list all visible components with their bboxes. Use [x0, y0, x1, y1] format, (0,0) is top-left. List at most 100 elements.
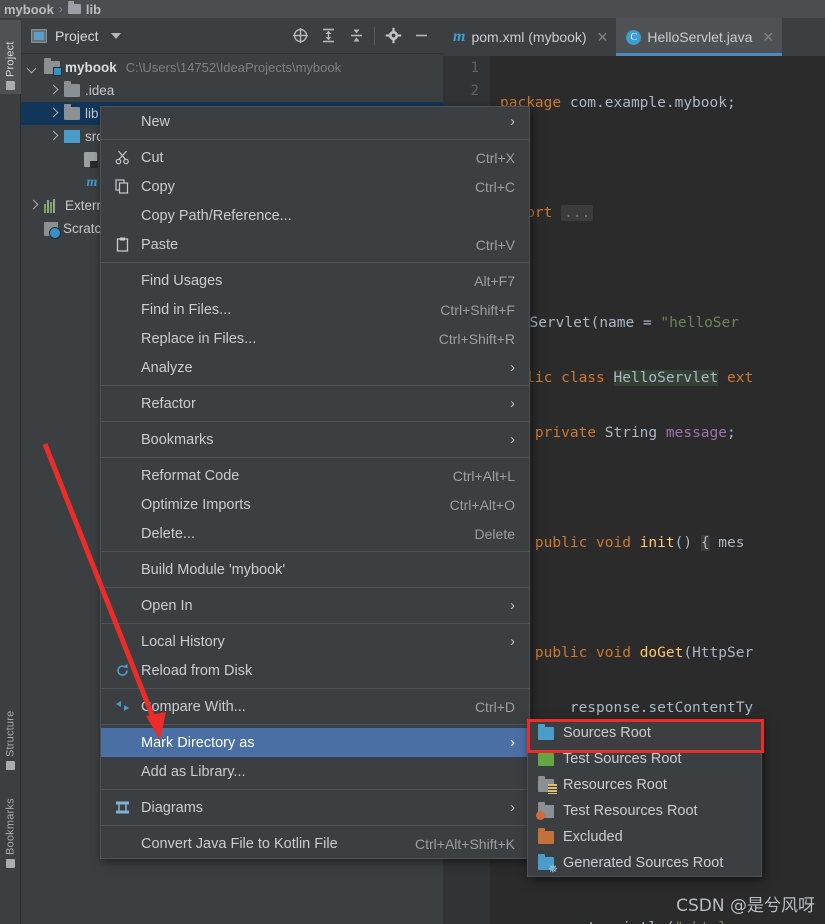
- gear-icon[interactable]: [379, 24, 407, 48]
- menu-item-label: Find in Files...: [141, 301, 232, 318]
- submenu-item[interactable]: Resources Root: [528, 772, 761, 798]
- editor-tab[interactable]: m pom.xml (mybook) ✕: [443, 18, 616, 56]
- menu-item[interactable]: Analyze ›: [101, 353, 529, 382]
- breadcrumb-current[interactable]: lib: [86, 2, 101, 17]
- menu-item[interactable]: Add as Library...: [101, 757, 529, 786]
- diagram-icon: [111, 800, 133, 815]
- submenu-item[interactable]: Sources Root: [528, 720, 761, 746]
- submenu-item[interactable]: Generated Sources Root: [528, 850, 761, 876]
- menu-separator: [101, 551, 529, 552]
- menu-item-label: Optimize Imports: [141, 496, 251, 513]
- chevron-right-icon: ›: [510, 597, 515, 614]
- menu-separator: [101, 457, 529, 458]
- chevron-right-icon: ›: [510, 431, 515, 448]
- sidebar-item-bookmarks[interactable]: Bookmarks: [0, 782, 21, 872]
- submenu-item-label: Test Resources Root: [563, 803, 698, 819]
- menu-item[interactable]: Find in Files... Ctrl+Shift+F: [101, 295, 529, 324]
- menu-item[interactable]: Reformat Code Ctrl+Alt+L: [101, 461, 529, 490]
- menu-item[interactable]: Local History ›: [101, 627, 529, 656]
- tree-row[interactable]: .idea: [21, 79, 443, 102]
- folder-icon: [67, 1, 81, 14]
- tool-window-strip: Project Structure Bookmarks: [0, 18, 21, 924]
- mark-directory-as-submenu[interactable]: Sources Root Test Sources Root Resources R…: [527, 719, 762, 877]
- folder-icon: [64, 81, 80, 97]
- menu-item[interactable]: Copy Ctrl+C: [101, 172, 529, 201]
- menu-item[interactable]: Paste Ctrl+V: [101, 230, 529, 259]
- code-line: import ...: [490, 202, 825, 225]
- java-class-icon: C: [626, 29, 642, 45]
- menu-item[interactable]: Replace in Files... Ctrl+Shift+R: [101, 324, 529, 353]
- menu-item[interactable]: Compare With... Ctrl+D: [101, 692, 529, 721]
- submenu-item[interactable]: Test Resources Root: [528, 798, 761, 824]
- chevron-right-icon[interactable]: [47, 108, 59, 120]
- sidebar-item-project[interactable]: Project: [0, 20, 21, 94]
- folder-icon: [64, 104, 80, 120]
- menu-item[interactable]: Reload from Disk: [101, 656, 529, 685]
- breadcrumb-project[interactable]: mybook: [4, 2, 54, 17]
- code-line: public void init() { mes: [534, 535, 745, 551]
- chevron-right-icon: ›: [510, 734, 515, 751]
- code-line: public void doGet(HttpSer: [534, 645, 754, 661]
- menu-item[interactable]: Optimize Imports Ctrl+Alt+O: [101, 490, 529, 519]
- chevron-down-icon[interactable]: [110, 32, 121, 39]
- menu-item-label: Mark Directory as: [141, 734, 255, 751]
- chevron-right-icon[interactable]: [47, 85, 59, 97]
- menu-item[interactable]: Delete... Delete: [101, 519, 529, 548]
- collapse-all-icon[interactable]: [342, 24, 370, 48]
- menu-separator: [101, 587, 529, 588]
- submenu-item[interactable]: Test Sources Root: [528, 746, 761, 772]
- close-icon[interactable]: ✕: [762, 29, 774, 46]
- menu-item[interactable]: Refactor ›: [101, 389, 529, 418]
- minimize-icon[interactable]: [407, 24, 435, 48]
- menu-item-label: Build Module 'mybook': [141, 561, 286, 578]
- vtab-structure-label: Structure: [4, 710, 17, 757]
- menu-item[interactable]: Open In ›: [101, 591, 529, 620]
- menu-item-label: Convert Java File to Kotlin File: [141, 835, 338, 852]
- chevron-down-icon[interactable]: [27, 62, 39, 74]
- menu-item-label: Find Usages: [141, 272, 223, 289]
- code-line: out.println("<html><: [490, 917, 825, 924]
- menu-separator: [101, 385, 529, 386]
- lib-bars-icon: [44, 198, 60, 213]
- chevron-right-icon[interactable]: [27, 200, 39, 212]
- chevron-right-icon: ›: [510, 395, 515, 412]
- menu-item[interactable]: New ›: [101, 107, 529, 136]
- menu-item[interactable]: Bookmarks ›: [101, 425, 529, 454]
- menu-item[interactable]: Build Module 'mybook': [101, 555, 529, 584]
- menu-item[interactable]: Mark Directory as ›: [101, 728, 529, 757]
- context-menu[interactable]: New › Cut Ctrl+X Copy Ctrl+C Copy Path/Referen…: [100, 106, 530, 859]
- tree-item-path: C:\Users\14752\IdeaProjects\mybook: [125, 60, 342, 75]
- maven-icon: m: [453, 28, 466, 45]
- submenu-item-label: Generated Sources Root: [563, 855, 724, 871]
- menu-item[interactable]: Convert Java File to Kotlin File Ctrl+Alt…: [101, 829, 529, 858]
- folded-imports[interactable]: ...: [561, 205, 594, 221]
- tree-row[interactable]: mybook C:\Users\14752\IdeaProjects\mybook: [21, 56, 443, 79]
- sidebar-item-structure[interactable]: Structure: [0, 690, 21, 774]
- menu-separator: [101, 139, 529, 140]
- menu-item[interactable]: Diagrams ›: [101, 793, 529, 822]
- menu-item-label: Compare With...: [141, 698, 246, 715]
- editor-tab[interactable]: C HelloServlet.java ✕: [616, 18, 783, 56]
- select-opened-file-icon[interactable]: [286, 24, 314, 48]
- menu-separator: [101, 724, 529, 725]
- submenu-item[interactable]: Excluded: [528, 824, 761, 850]
- tree-item-label: .idea: [85, 83, 115, 98]
- menu-separator: [101, 688, 529, 689]
- maven-icon: m: [86, 175, 98, 190]
- module-icon: [44, 58, 62, 76]
- close-icon[interactable]: ✕: [597, 29, 609, 46]
- chevron-right-icon: ›: [510, 359, 515, 376]
- line-number: 2: [470, 83, 479, 99]
- menu-item[interactable]: Cut Ctrl+X: [101, 143, 529, 172]
- menu-item[interactable]: Copy Path/Reference...: [101, 201, 529, 230]
- menu-item[interactable]: Find Usages Alt+F7: [101, 266, 529, 295]
- chevron-right-icon[interactable]: [47, 131, 59, 143]
- expand-all-icon[interactable]: [314, 24, 342, 48]
- code-line: response.setContentTy: [500, 700, 754, 716]
- code-line: public class HelloServlet ext: [500, 370, 754, 386]
- menu-item-label: Reformat Code: [141, 467, 240, 484]
